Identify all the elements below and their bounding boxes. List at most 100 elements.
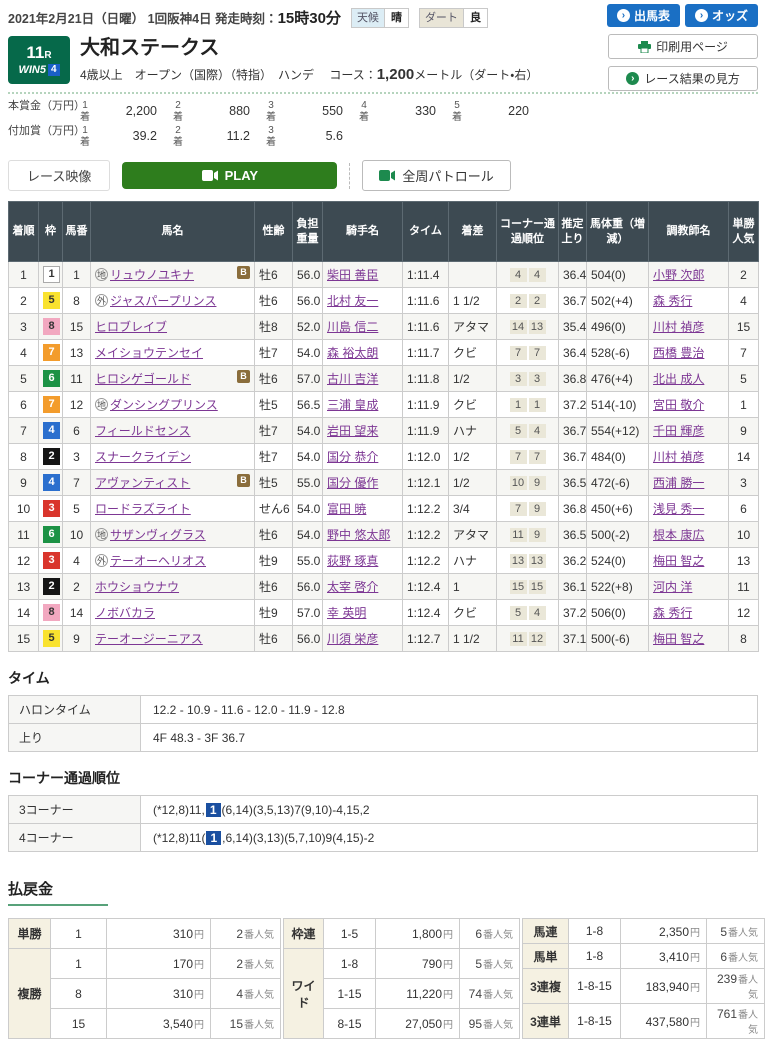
jockey-link[interactable]: 古川 吉洋 [327, 372, 378, 386]
trainer-link[interactable]: 森 秀行 [653, 606, 692, 620]
frame-cell: 1 [38, 261, 63, 288]
trainer-link[interactable]: 森 秀行 [653, 294, 692, 308]
combination: 1 [50, 948, 107, 979]
horse-name-link[interactable]: ジャスパープリンス [110, 294, 216, 308]
trainer-link[interactable]: 川村 禎彦 [653, 320, 704, 334]
frame-cell: 8 [38, 313, 63, 340]
trainer-link[interactable]: 宮田 敬介 [653, 398, 704, 412]
jockey-link[interactable]: 野中 悠太郎 [327, 528, 390, 542]
corner4-position: 4 [528, 606, 546, 620]
horse-name-link[interactable]: ホウショウナウ [95, 580, 179, 594]
horse-name-link[interactable]: テーオーヘリオス [110, 554, 206, 568]
trainer-link[interactable]: 北出 成人 [653, 372, 704, 386]
horse-name-link[interactable]: アヴァンティスト [95, 476, 190, 490]
corner-order-table: 3コーナー (*12,8)11, 1 (6,14)(3,5,13)7(9,10)-4… [8, 795, 758, 852]
horse-name-link[interactable]: ヒロブレイブ [95, 320, 167, 334]
jockey-link[interactable]: 北村 友一 [327, 294, 378, 308]
jockey-link[interactable]: 国分 優作 [327, 476, 378, 490]
last-3f-time: 36.8 [558, 365, 587, 392]
corner-order-text: (*12,8)11, [153, 802, 205, 817]
entries-button[interactable]: › 出馬表 [606, 4, 680, 27]
jockey-link[interactable]: 柴田 善臣 [327, 268, 378, 282]
horse-name-link[interactable]: フィールドセンス [95, 424, 191, 438]
table-row: 4 7 13 メイショウテンセイ 牡7 54.0 森 裕太朗 1:11.7 クビ… [8, 339, 759, 366]
trainer-link[interactable]: 千田 輝彦 [653, 424, 704, 438]
jockey-link[interactable]: 川須 栄彦 [327, 632, 378, 646]
horse-name-link[interactable]: メイショウテンセイ [95, 346, 203, 360]
bet-type: 3連複 [522, 968, 569, 1004]
jockey-link[interactable]: 森 裕太朗 [327, 346, 378, 360]
sex-age: 牡7 [254, 443, 293, 470]
prize-place-number: 2 [175, 125, 181, 136]
finish-position: 10 [8, 495, 39, 522]
horse-name-link[interactable]: ノボバカラ [95, 606, 155, 620]
prize-item: 4着 330 [359, 100, 452, 123]
win-popularity: 12 [728, 599, 759, 626]
patrol-video-button[interactable]: 全周パトロール [362, 160, 511, 191]
trainer-cell: 西浦 勝一 [648, 469, 729, 496]
trainer-link[interactable]: 河内 洋 [653, 580, 692, 594]
horse-number: 12 [62, 391, 91, 418]
result-guide-button[interactable]: › レース結果の見方 [608, 66, 758, 91]
play-button[interactable]: PLAY [122, 162, 338, 189]
horse-name-cell: テーオージーニアス [90, 625, 255, 652]
jockey-link[interactable]: 荻野 琢真 [327, 554, 378, 568]
race-number-badge: 11R WIN5 4 [8, 36, 70, 84]
frame-cell: 4 [38, 417, 63, 444]
col-last-3f: 推定上り [558, 201, 587, 262]
win-popularity: 9 [728, 417, 759, 444]
payout-row: 馬単 1-8 3,410円 6番人気 [522, 943, 765, 969]
horse-name-link[interactable]: スナークライデン [95, 450, 191, 464]
payout-popularity: 95番人気 [459, 1008, 520, 1039]
horse-name-link[interactable]: テーオージーニアス [95, 632, 203, 646]
combination: 1 [50, 918, 107, 949]
jockey-link[interactable]: 国分 恭介 [327, 450, 378, 464]
payout-popularity: 74番人気 [459, 978, 520, 1009]
finish-position: 3 [8, 313, 39, 340]
win-popularity: 15 [728, 313, 759, 340]
odds-button[interactable]: › オッズ [684, 4, 758, 27]
jockey-link[interactable]: 太宰 啓介 [327, 580, 378, 594]
finish-time: 1:12.2 [402, 521, 449, 548]
table-row: 1 1 1 B 地リュウノユキナ 牡6 56.0 柴田 善臣 1:11.4 44 … [8, 261, 759, 288]
trainer-cell: 森 秀行 [648, 599, 729, 626]
prize-place-suffix: 着 [266, 111, 276, 123]
trainer-link[interactable]: 西浦 勝一 [653, 476, 704, 490]
trainer-link[interactable]: 梅田 智之 [653, 554, 704, 568]
frame-number: 5 [43, 292, 60, 309]
payout-amount: 1,800円 [375, 918, 460, 949]
sex-age: 牡6 [254, 287, 293, 314]
print-page-button[interactable]: 印刷用ページ [608, 34, 758, 59]
trainer-link[interactable]: 西橋 豊治 [653, 346, 704, 360]
trainer-link[interactable]: 根本 康広 [653, 528, 704, 542]
jockey-cell: 岩田 望来 [322, 417, 403, 444]
jockey-link[interactable]: 三浦 皇成 [327, 398, 378, 412]
horse-name-link[interactable]: ロードラズライト [95, 502, 191, 516]
jockey-link[interactable]: 川島 信二 [327, 320, 378, 334]
sex-age: 牡6 [254, 573, 293, 600]
print-button-label: 印刷用ページ [656, 40, 728, 54]
prize-place-suffix: 着 [80, 111, 90, 123]
prize-amount: 220 [508, 103, 529, 118]
horse-number: 6 [62, 417, 91, 444]
horse-name-link[interactable]: ダンシングプリンス [110, 398, 218, 412]
jockey-link[interactable]: 岩田 望来 [327, 424, 378, 438]
last-3f-time: 37.2 [558, 391, 587, 418]
jockey-link[interactable]: 富田 暁 [327, 502, 366, 516]
track-condition-value: 良 [462, 8, 487, 27]
win-popularity: 1 [728, 391, 759, 418]
jockey-link[interactable]: 幸 英明 [327, 606, 366, 620]
horse-weight: 522(+8) [586, 573, 649, 600]
entries-button-label: 出馬表 [633, 9, 670, 23]
trainer-link[interactable]: 浅見 秀一 [653, 502, 704, 516]
horse-name-link[interactable]: リュウノユキナ [110, 268, 194, 282]
trainer-link[interactable]: 梅田 智之 [653, 632, 704, 646]
horse-name-link[interactable]: ヒロシゲゴールド [95, 372, 191, 386]
race-video-button[interactable]: レース映像 [8, 160, 111, 191]
trainer-link[interactable]: 川村 禎彦 [653, 450, 704, 464]
combination: 1-8 [568, 943, 621, 969]
last-3f-time: 35.4 [558, 313, 587, 340]
corner4-position: 12 [528, 632, 546, 646]
trainer-link[interactable]: 小野 次郎 [653, 268, 704, 282]
horse-name-link[interactable]: サザンヴィグラス [110, 528, 206, 542]
